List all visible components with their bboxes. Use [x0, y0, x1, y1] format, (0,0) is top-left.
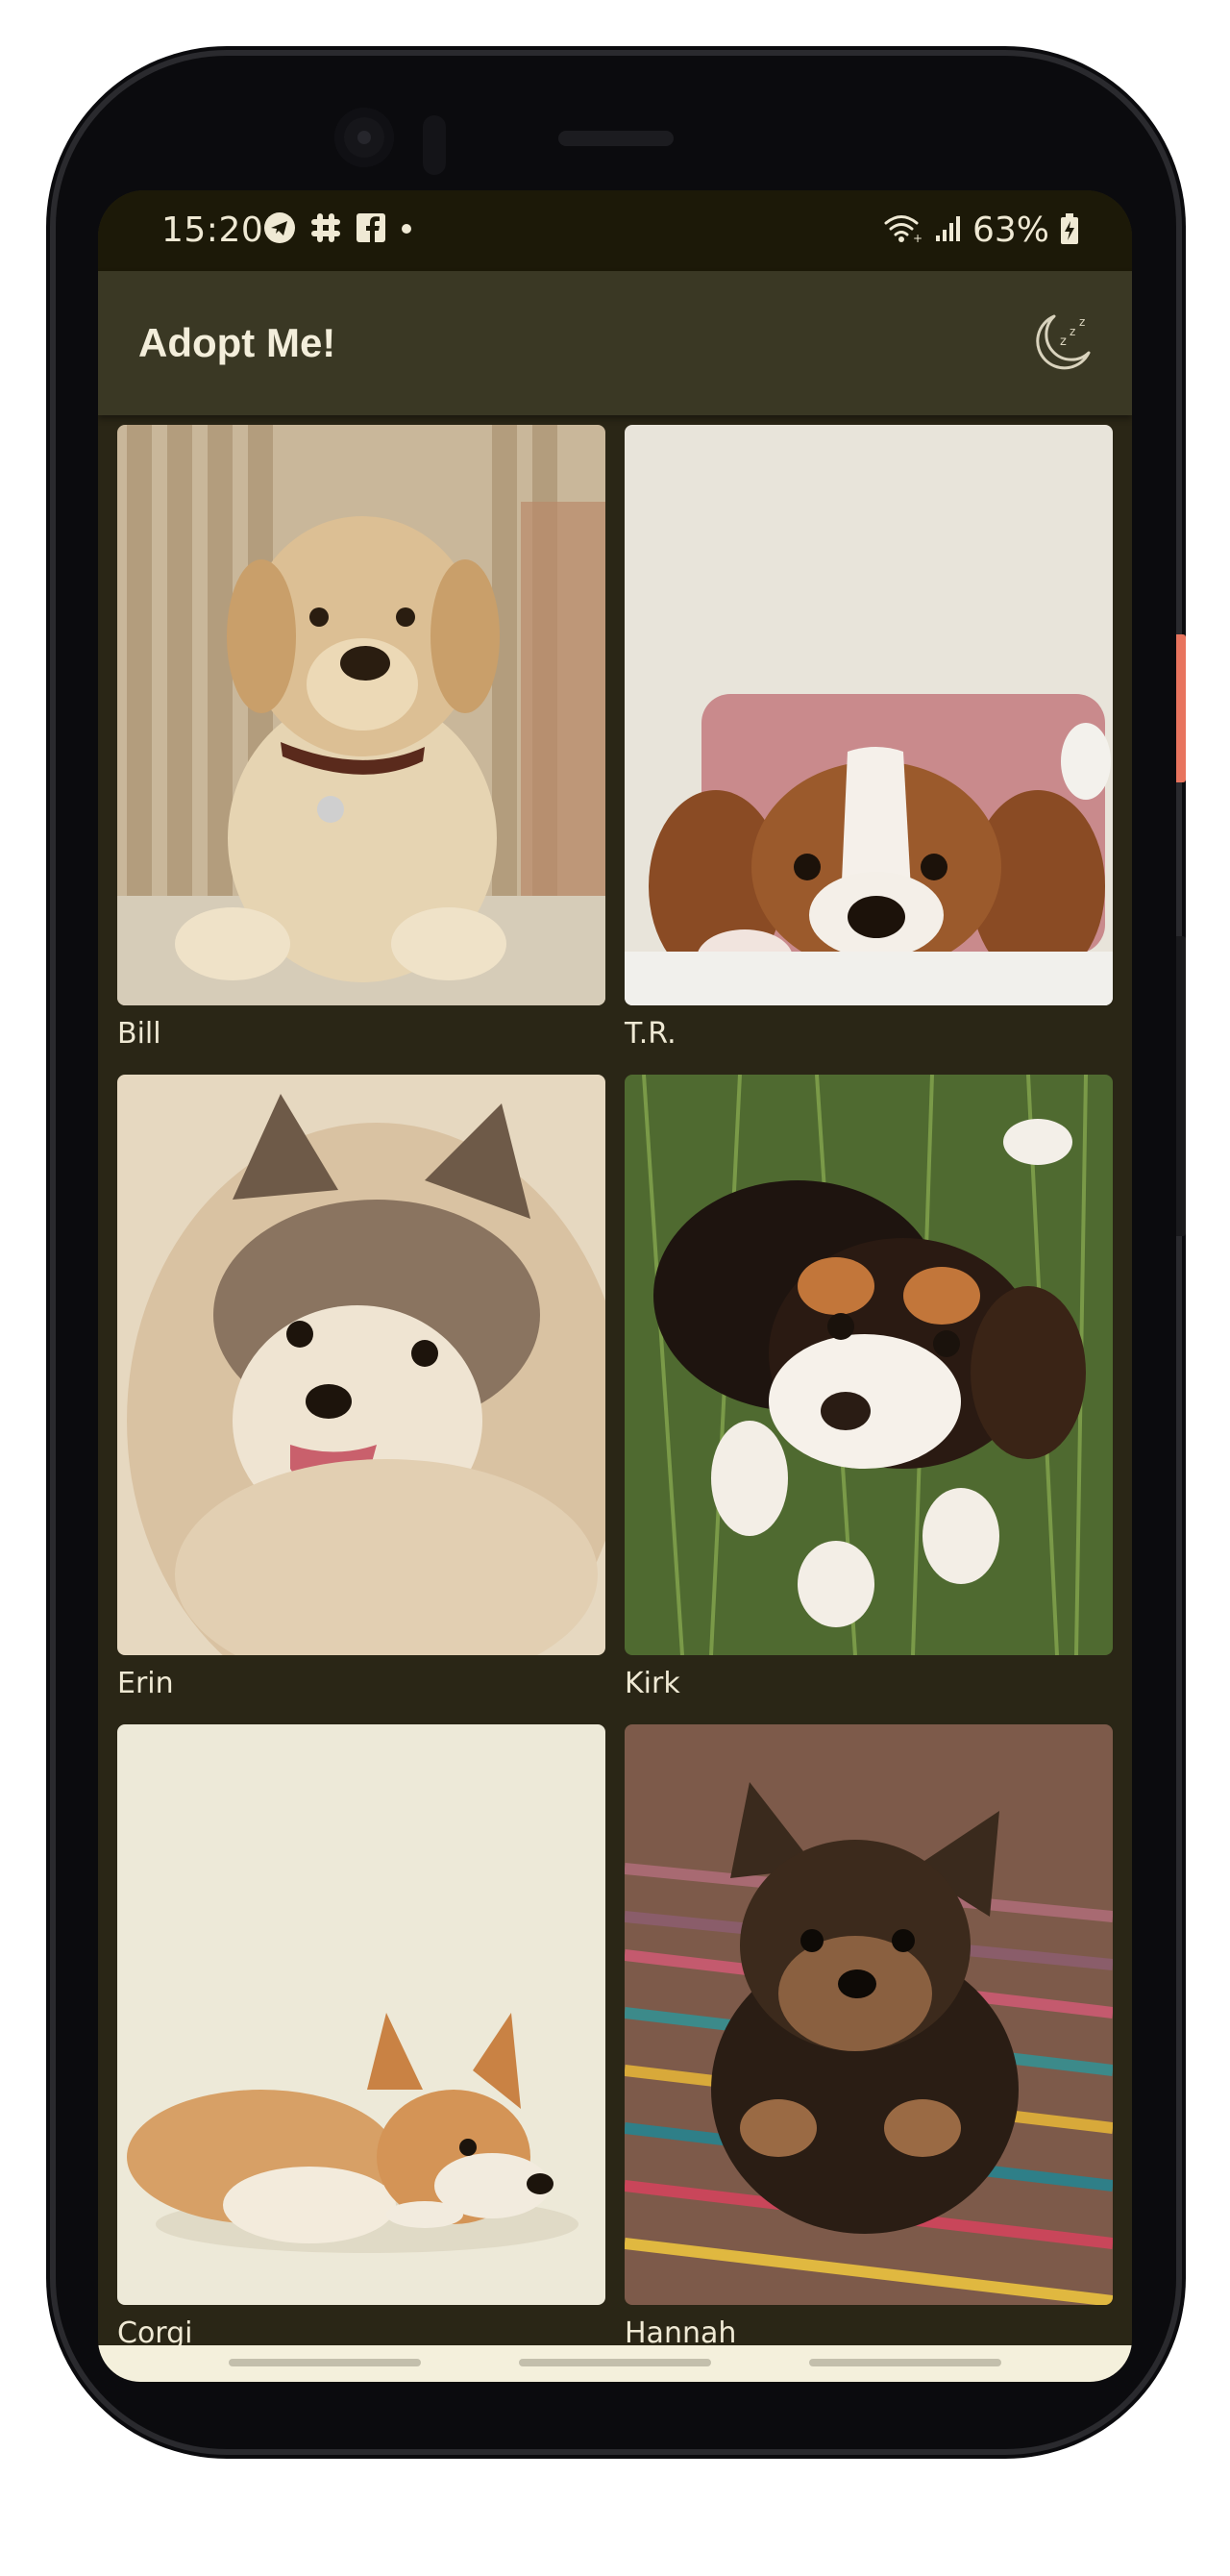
yorkie-puppy-photo [625, 1724, 1113, 2305]
wifi-icon: + [882, 212, 924, 249]
notification-icons [263, 211, 413, 248]
earpiece-speaker [558, 131, 674, 146]
proximity-sensor [423, 115, 446, 175]
front-camera [334, 108, 394, 167]
pet-card-hannah[interactable]: Hannah [625, 1724, 1113, 2378]
pet-card-corgi[interactable]: Corgi [117, 1724, 605, 2378]
golden-retriever-puppy-photo [117, 425, 605, 1005]
power-button [1176, 634, 1186, 782]
telegram-icon [263, 211, 296, 248]
pet-name: Kirk [625, 1667, 680, 1700]
status-bar: 15:20 + 63% [98, 190, 1132, 271]
corgi-photo [117, 1724, 605, 2305]
cavalier-puppy-photo [625, 425, 1113, 1005]
pet-card-bill[interactable]: Bill [117, 425, 605, 1078]
notification-dot-icon [400, 221, 413, 239]
pet-card-tr[interactable]: T.R. [625, 425, 1113, 1078]
pet-name: T.R. [625, 1017, 676, 1051]
pomeranian-photo [117, 1075, 605, 1655]
svg-text:z: z [1060, 334, 1067, 349]
app-bar: Adopt Me! z z z [98, 271, 1132, 415]
tricolor-puppy-photo [625, 1075, 1113, 1655]
nav-handle-right [809, 2359, 1001, 2366]
navigation-bar [98, 2345, 1132, 2382]
facebook-icon [356, 212, 386, 247]
svg-text:+: + [913, 232, 922, 245]
app-screen: 15:20 + 63% Adopt Me! z z z Bill T.R. Er… [98, 190, 1132, 2382]
volume-rocker [1176, 936, 1186, 1236]
svg-text:z: z [1079, 315, 1085, 329]
slack-icon [309, 211, 342, 248]
battery-percent: 63% [972, 211, 1049, 250]
signal-icon [934, 214, 963, 247]
pet-name: Erin [117, 1667, 174, 1700]
pet-name: Bill [117, 1017, 161, 1051]
system-icons: + 63% [882, 208, 1080, 254]
svg-text:z: z [1070, 325, 1075, 338]
pet-card-erin[interactable]: Erin [117, 1075, 605, 1728]
nav-handle-center[interactable] [519, 2359, 711, 2366]
battery-charging-icon [1059, 212, 1080, 249]
status-time: 15:20 [161, 211, 264, 250]
nav-handle-left [229, 2359, 421, 2366]
moon-sleep-icon: z z z [1025, 309, 1096, 384]
pet-card-kirk[interactable]: Kirk [625, 1075, 1113, 1728]
app-title: Adopt Me! [138, 320, 336, 365]
theme-toggle-button[interactable]: z z z [1022, 308, 1099, 384]
